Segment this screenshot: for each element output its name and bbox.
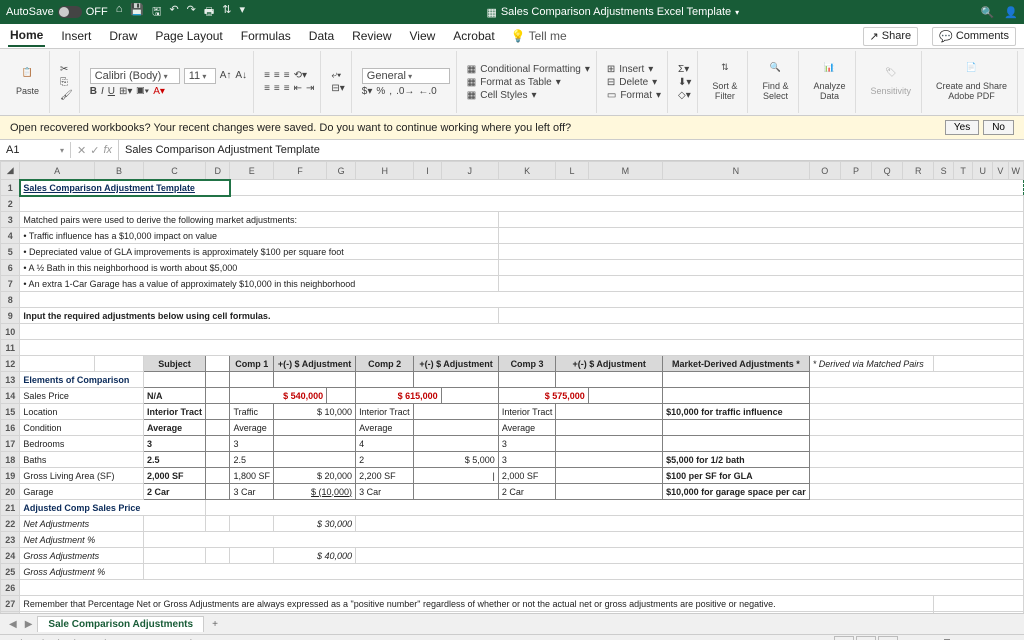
- border-button[interactable]: ⊞▾: [119, 86, 132, 97]
- delete-cells-button[interactable]: ⊟ Delete ▾: [607, 77, 661, 88]
- tab-page-layout[interactable]: Page Layout: [153, 26, 224, 46]
- tell-me[interactable]: 💡 Tell me: [511, 29, 567, 43]
- col-header[interactable]: A: [20, 162, 95, 180]
- cell-a1: Sales Comparison Adjustment Template: [20, 180, 230, 196]
- format-table-button[interactable]: ▦ Format as Table ▾: [467, 77, 590, 88]
- tab-insert[interactable]: Insert: [59, 26, 93, 46]
- document-title: ▦ Sales Comparison Adjustments Excel Tem…: [245, 6, 981, 19]
- msgbar-no-button[interactable]: No: [983, 120, 1014, 135]
- worksheet[interactable]: ◢ ABCDEFGHIJKLMNOPQRSTUVW 1Sales Compari…: [0, 161, 1024, 613]
- comments-button[interactable]: 💬 Comments: [932, 27, 1016, 46]
- undo-icon[interactable]: ↶: [169, 3, 178, 22]
- tab-draw[interactable]: Draw: [107, 26, 139, 46]
- find-select-button[interactable]: 🔍Find & Select: [758, 61, 792, 104]
- align-right-icon[interactable]: ≡: [284, 83, 290, 94]
- clear-icon[interactable]: ◇▾: [678, 90, 691, 101]
- quick-access-toolbar: ⌂ 💾 🖫 ↶ ↷ 🖶 ⇅ ▾: [116, 3, 245, 22]
- grow-font-icon[interactable]: A↑: [220, 70, 232, 81]
- format-painter-icon[interactable]: 🖌: [60, 90, 73, 101]
- name-box[interactable]: A1▾: [0, 142, 71, 158]
- insert-cells-button[interactable]: ⊞ Insert ▾: [607, 64, 661, 75]
- dropdown-icon[interactable]: ▾: [239, 3, 245, 22]
- dec-decimal-icon[interactable]: ←.0: [418, 86, 436, 97]
- status-bar: Select destination and press ENTER or ch…: [0, 634, 1024, 640]
- font-size[interactable]: 11: [184, 68, 216, 84]
- font-select[interactable]: Calibri (Body): [90, 68, 180, 84]
- shrink-font-icon[interactable]: A↓: [235, 70, 247, 81]
- autosave-toggle[interactable]: AutoSave OFF: [6, 6, 108, 18]
- tab-formulas[interactable]: Formulas: [239, 26, 293, 46]
- tab-home[interactable]: Home: [8, 25, 45, 47]
- sheet-tab-strip: ◀ ▶ Sale Comparison Adjustments +: [0, 613, 1024, 634]
- enter-formula-icon[interactable]: ✓: [90, 144, 99, 157]
- align-top-icon[interactable]: ≡: [264, 70, 270, 81]
- print-icon[interactable]: 🖶: [204, 3, 214, 22]
- number-format[interactable]: General: [362, 68, 450, 84]
- page-layout-view-icon[interactable]: ▤: [856, 636, 876, 640]
- save-icon-2[interactable]: 🖫: [152, 3, 161, 22]
- underline-button[interactable]: U: [108, 86, 115, 97]
- format-cells-button[interactable]: ▭ Format ▾: [607, 90, 661, 101]
- analyze-data-button[interactable]: 📊Analyze Data: [809, 61, 849, 104]
- search-icon[interactable]: 🔍: [981, 6, 995, 19]
- tab-data[interactable]: Data: [307, 26, 336, 46]
- excel-icon: ▦: [486, 6, 496, 19]
- comma-icon[interactable]: ,: [389, 86, 392, 97]
- italic-button[interactable]: I: [101, 86, 104, 97]
- save-icon[interactable]: 💾: [130, 3, 144, 22]
- tab-acrobat[interactable]: Acrobat: [451, 26, 496, 46]
- sensitivity-button[interactable]: 🏷Sensitivity: [866, 66, 915, 99]
- cut-icon[interactable]: ✂: [60, 64, 68, 75]
- tab-nav-prev[interactable]: ◀: [6, 619, 20, 630]
- align-bot-icon[interactable]: ≡: [284, 70, 290, 81]
- inc-decimal-icon[interactable]: .0→: [396, 86, 414, 97]
- normal-view-icon[interactable]: ▦: [834, 636, 854, 640]
- grid-body[interactable]: 1Sales Comparison Adjustment Template 2 …: [1, 180, 1024, 614]
- align-mid-icon[interactable]: ≡: [274, 70, 280, 81]
- home-icon[interactable]: ⌂: [116, 3, 123, 22]
- tab-nav-next[interactable]: ▶: [22, 619, 36, 630]
- share-button[interactable]: ↗ Share: [863, 27, 919, 46]
- paste-button[interactable]: 📋Paste: [12, 66, 43, 99]
- orientation-icon[interactable]: ⟲▾: [294, 70, 307, 81]
- outdent-icon[interactable]: ⇥: [306, 83, 314, 94]
- bold-button[interactable]: B: [90, 86, 97, 97]
- copy-icon[interactable]: ⎘: [60, 77, 68, 88]
- font-color-button[interactable]: A▾: [153, 86, 165, 97]
- title-bar: AutoSave OFF ⌂ 💾 🖫 ↶ ↷ 🖶 ⇅ ▾ ▦ Sales Com…: [0, 0, 1024, 24]
- sort-icon[interactable]: ⇅: [222, 3, 231, 22]
- ribbon: 📋Paste ✂ ⎘ 🖌 Calibri (Body) 11 A↑ A↓ B I…: [0, 49, 1024, 116]
- currency-icon[interactable]: $▾: [362, 86, 373, 97]
- message-text: Open recovered workbooks? Your recent ch…: [10, 122, 571, 134]
- msgbar-yes-button[interactable]: Yes: [945, 120, 979, 135]
- fx-icon[interactable]: fx: [103, 144, 112, 156]
- fill-color-button[interactable]: 🞕▾: [136, 86, 149, 97]
- select-all[interactable]: ◢: [1, 162, 20, 180]
- cancel-formula-icon[interactable]: ✕: [77, 144, 86, 157]
- user-icon[interactable]: 👤: [1004, 6, 1018, 19]
- formula-bar: A1▾ ✕ ✓ fx Sales Comparison Adjustment Tem…: [0, 140, 1024, 161]
- wrap-text-icon[interactable]: ⤶▾: [331, 70, 341, 81]
- autosum-icon[interactable]: Σ▾: [678, 64, 689, 75]
- ribbon-tabs: Home Insert Draw Page Layout Formulas Da…: [0, 24, 1024, 49]
- align-center-icon[interactable]: ≡: [274, 83, 280, 94]
- redo-icon[interactable]: ↷: [187, 3, 196, 22]
- merge-icon[interactable]: ⊟▾: [331, 83, 344, 94]
- tab-view[interactable]: View: [408, 26, 438, 46]
- cell-styles-button[interactable]: ▦ Cell Styles ▾: [467, 90, 590, 101]
- formula-input[interactable]: Sales Comparison Adjustment Template: [119, 142, 1024, 158]
- adobe-pdf-button[interactable]: 📄Create and Share Adobe PDF: [932, 61, 1011, 104]
- page-break-view-icon[interactable]: ▥: [878, 636, 898, 640]
- sort-filter-button[interactable]: ⇅Sort & Filter: [708, 61, 741, 104]
- fill-icon[interactable]: ⬇▾: [678, 77, 691, 88]
- indent-icon[interactable]: ⇤: [294, 83, 302, 94]
- message-bar: Open recovered workbooks? Your recent ch…: [0, 116, 1024, 140]
- tab-review[interactable]: Review: [350, 26, 393, 46]
- add-sheet-button[interactable]: +: [206, 617, 224, 632]
- percent-icon[interactable]: %: [376, 86, 385, 97]
- cond-format-button[interactable]: ▦ Conditional Formatting ▾: [467, 64, 590, 75]
- align-left-icon[interactable]: ≡: [264, 83, 270, 94]
- sheet-tab[interactable]: Sale Comparison Adjustments: [37, 616, 204, 632]
